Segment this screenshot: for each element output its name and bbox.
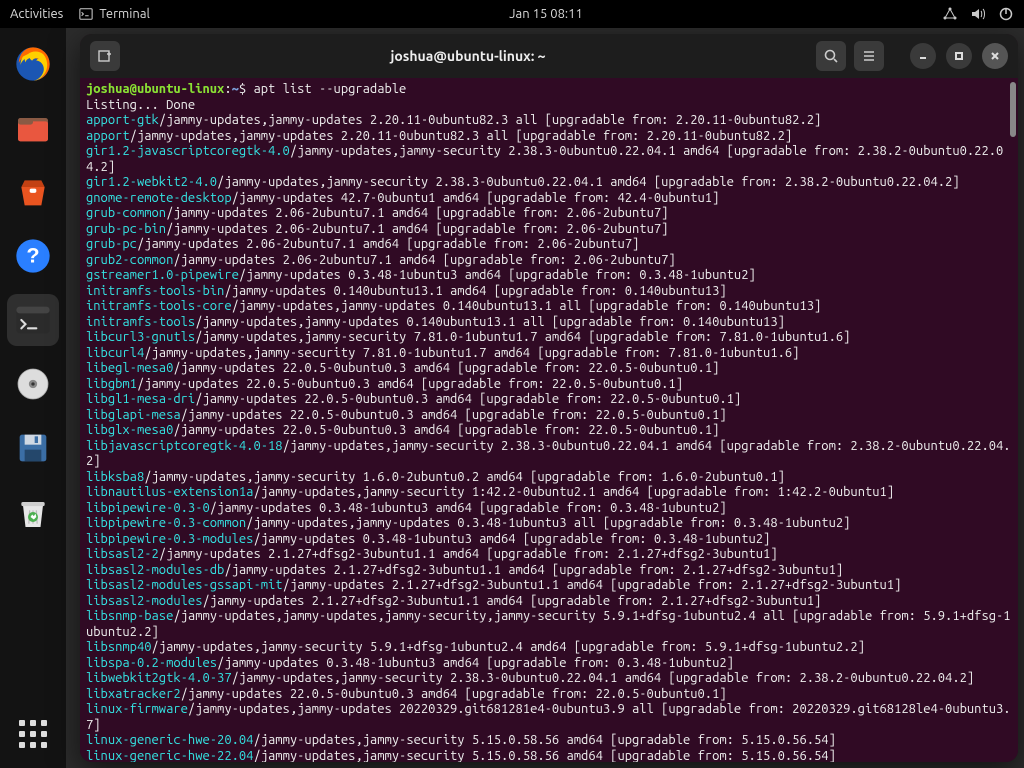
power-icon[interactable] bbox=[998, 6, 1014, 22]
dock-trash[interactable] bbox=[7, 486, 59, 538]
hamburger-menu-button[interactable] bbox=[854, 41, 884, 71]
svg-text:?: ? bbox=[26, 243, 39, 268]
network-icon[interactable] bbox=[942, 6, 958, 22]
show-applications-button[interactable] bbox=[7, 708, 59, 760]
terminal-content[interactable]: joshua@ubuntu-linux:~$ apt list --upgrad… bbox=[80, 78, 1018, 762]
dock-firefox[interactable] bbox=[7, 38, 59, 90]
app-indicator[interactable]: Terminal bbox=[79, 7, 150, 21]
window-maximize-button[interactable] bbox=[946, 43, 972, 69]
window-minimize-button[interactable] bbox=[910, 43, 936, 69]
volume-icon[interactable] bbox=[970, 6, 986, 22]
dock-help[interactable]: ? bbox=[7, 230, 59, 282]
gnome-top-bar: Activities Terminal Jan 15 08:11 bbox=[0, 0, 1024, 28]
window-close-button[interactable] bbox=[982, 43, 1008, 69]
dock-software[interactable] bbox=[7, 166, 59, 218]
clock[interactable]: Jan 15 08:11 bbox=[509, 7, 583, 21]
search-button[interactable] bbox=[816, 41, 846, 71]
app-indicator-label: Terminal bbox=[99, 7, 150, 21]
new-tab-button[interactable] bbox=[90, 41, 120, 71]
dock-disc[interactable] bbox=[7, 358, 59, 410]
dock-save-disk[interactable] bbox=[7, 422, 59, 474]
dock-terminal[interactable] bbox=[7, 294, 59, 346]
terminal-window: joshua@ubuntu-linux: ~ joshua@ubuntu-lin… bbox=[80, 34, 1018, 762]
window-titlebar: joshua@ubuntu-linux: ~ bbox=[80, 34, 1018, 78]
terminal-icon bbox=[79, 7, 93, 21]
activities-button[interactable]: Activities bbox=[10, 7, 63, 21]
dock-files[interactable] bbox=[7, 102, 59, 154]
window-title: joshua@ubuntu-linux: ~ bbox=[128, 48, 808, 64]
scrollbar-thumb[interactable] bbox=[1010, 82, 1016, 137]
dock: ? bbox=[0, 28, 66, 768]
